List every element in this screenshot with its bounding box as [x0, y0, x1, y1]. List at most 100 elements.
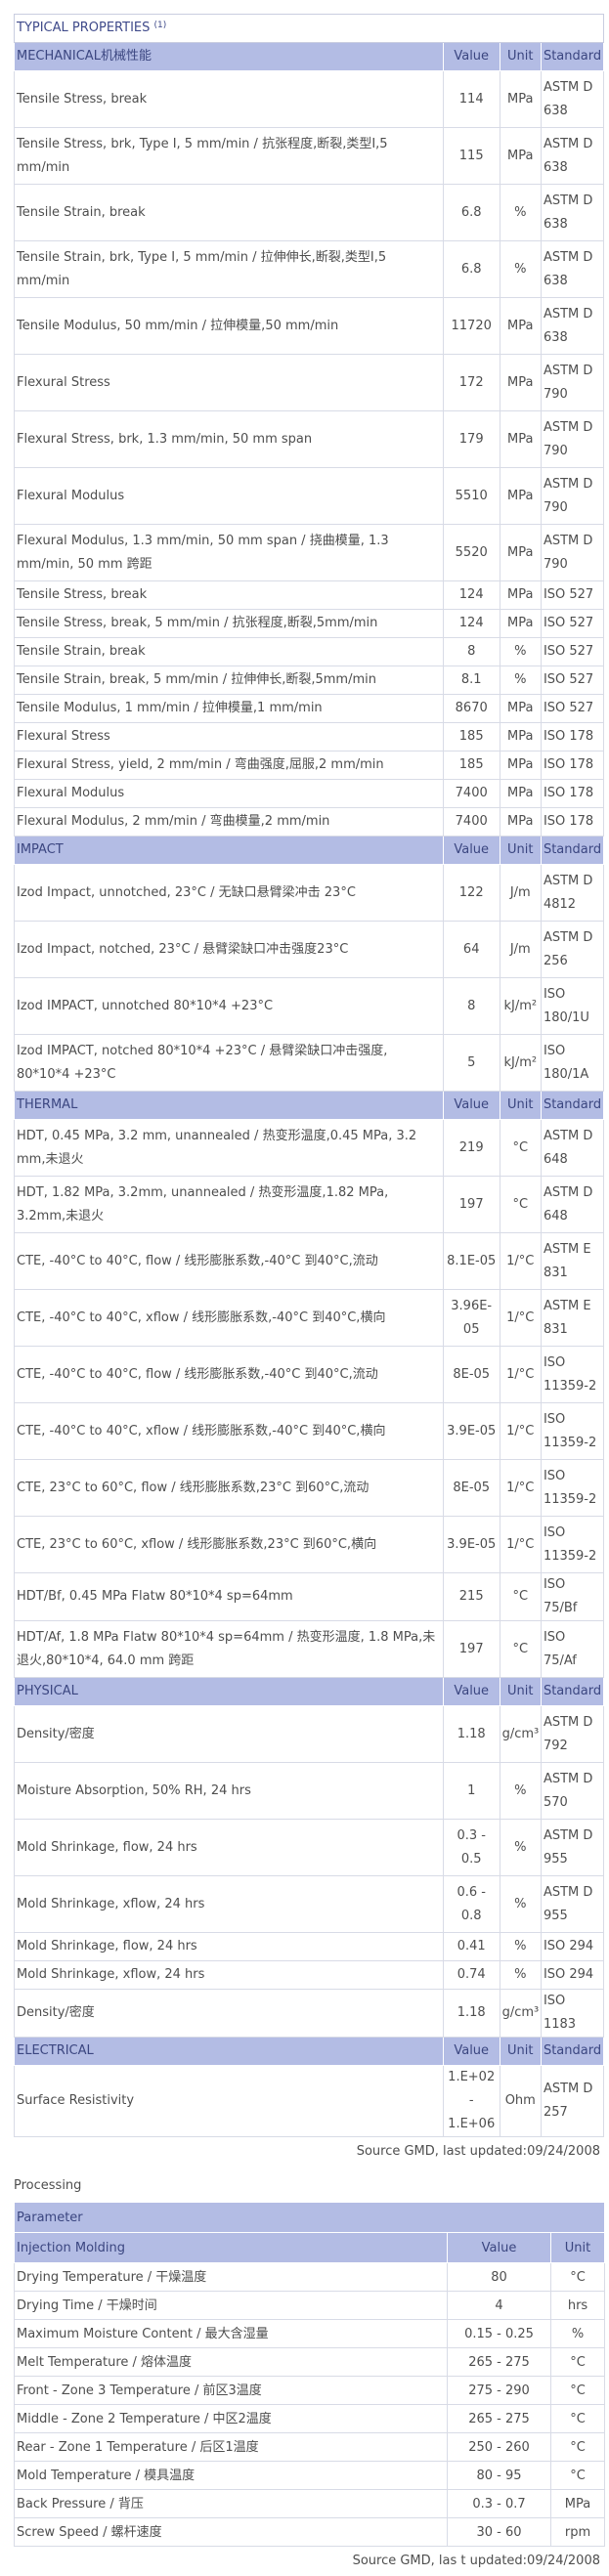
property-standard: ASTM D 638 [540, 240, 605, 298]
processing-label: Maximum Moisture Content / 最大含湿量 [14, 2319, 448, 2348]
property-unit: °C [499, 1119, 542, 1177]
processing-parameter-header: Parameter [13, 2202, 606, 2233]
property-standard: ASTM D 792 [540, 1705, 605, 1763]
property-standard: ISO 527 [540, 637, 605, 666]
property-value: 3.96E-05 [442, 1289, 500, 1347]
property-row: Flexural Stress 172 MPa ASTM D 790 [14, 354, 605, 411]
property-value: 122 [442, 864, 500, 922]
property-unit: MPa [499, 807, 542, 837]
processing-value: 275 - 290 [447, 2376, 551, 2405]
property-label: CTE, 23°C to 60°C, xflow / 线形膨胀系数,23°C 到… [14, 1516, 444, 1573]
processing-label: Melt Temperature / 熔体温度 [14, 2347, 448, 2377]
processing-row: Screw Speed / 螺杆速度 30 - 60 rpm [14, 2517, 606, 2547]
property-unit: kJ/m² [499, 1034, 542, 1092]
property-standard: ASTM D 955 [540, 1875, 605, 1933]
property-value: 0.6 - 0.8 [442, 1875, 500, 1933]
section-name: THERMAL [14, 1091, 444, 1120]
property-row: Izod Impact, unnotched, 23°C / 无缺口悬臂梁冲击 … [14, 864, 605, 922]
property-row: Flexural Modulus, 2 mm/min / 弯曲模量,2 mm/m… [14, 807, 605, 837]
property-unit: g/cm³ [499, 1989, 542, 2038]
datasheet: TYPICAL PROPERTIES (1) MECHANICAL机械性能 Val… [13, 14, 606, 2576]
section-header-row: MECHANICAL机械性能 Value Unit Standard [14, 42, 605, 71]
property-label: CTE, -40°C to 40°C, flow / 线形膨胀系数,-40°C … [14, 1346, 444, 1403]
property-row: Mold Shrinkage, xflow, 24 hrs 0.74% ISO 29… [14, 1960, 605, 1990]
property-standard: ASTM D 4812 [540, 864, 605, 922]
processing-label: Drying Time / 干燥时间 [14, 2291, 448, 2320]
property-label: Tensile Strain, break [14, 637, 444, 666]
property-standard: ASTM D 638 [540, 297, 605, 355]
property-value: 8E-05 [442, 1459, 500, 1517]
property-value: 5520 [442, 524, 500, 581]
property-value: 172 [442, 354, 500, 411]
property-standard: ISO 294 [540, 1932, 605, 1961]
property-label: Mold Shrinkage, flow, 24 hrs [14, 1819, 444, 1876]
property-unit: MPa [499, 751, 542, 780]
property-row: HDT/Bf, 0.45 MPa Flatw 80*10*4 sp=64mm 21… [14, 1572, 605, 1621]
property-standard: ASTM D 790 [540, 354, 605, 411]
processing-label: Front - Zone 3 Temperature / 前区3温度 [14, 2376, 448, 2405]
property-row: Tensile Stress, break 124 MPa ISO 527 [14, 580, 605, 610]
property-row: Surface Resistivity 1.E+02 - 1.E+06 Ohm AST… [14, 2065, 605, 2137]
section-name: IMPACT [14, 836, 444, 865]
property-standard: ISO 11359-2 [540, 1402, 605, 1460]
property-standard: ISO 178 [540, 722, 605, 751]
property-standard: ISO 11359-2 [540, 1459, 605, 1517]
processing-value: 250 - 260 [447, 2432, 551, 2462]
processing-row: Melt Temperature / 熔体温度 265 - 275 °C [14, 2347, 606, 2377]
property-unit: % [499, 1819, 542, 1876]
property-unit: 1/°C [499, 1459, 542, 1517]
processing-unit: °C [549, 2376, 606, 2405]
property-unit: MPa [499, 694, 542, 723]
property-standard: ISO 178 [540, 779, 605, 808]
property-label: CTE, 23°C to 60°C, flow / 线形膨胀系数,23°C 到6… [14, 1459, 444, 1517]
processing-unit: °C [549, 2347, 606, 2377]
section-header-row: ELECTRICAL Value Unit Standard [14, 2037, 605, 2066]
property-row: Tensile Modulus, 1 mm/min / 拉伸模量,1 mm/mi… [14, 694, 605, 723]
property-standard: ISO 527 [540, 665, 605, 695]
property-standard: ASTM D 790 [540, 524, 605, 581]
property-value: 115 [442, 127, 500, 185]
value-column-header: Value [442, 42, 500, 71]
property-row: Tensile Strain, break, 5 mm/min / 拉伸伸长,断… [14, 665, 605, 695]
property-row: Tensile Stress, break 114 MPa ASTM D 638 [14, 70, 605, 128]
processing-value: 30 - 60 [447, 2517, 551, 2547]
property-label: Surface Resistivity [14, 2065, 444, 2137]
processing-value-header: Value [447, 2232, 551, 2263]
property-label: Tensile Stress, break [14, 70, 444, 128]
property-value: 124 [442, 580, 500, 610]
processing-label: Mold Temperature / 模具温度 [14, 2461, 448, 2490]
unit-column-header: Unit [499, 836, 542, 865]
property-row: Tensile Strain, brk, Type I, 5 mm/min / … [14, 240, 605, 298]
properties-source: Source GMD, last updated:09/24/2008 [356, 2144, 600, 2159]
property-label: HDT/Bf, 0.45 MPa Flatw 80*10*4 sp=64mm [14, 1572, 444, 1621]
property-row: Izod IMPACT, unnotched 80*10*4 +23°C 8 kJ/… [14, 977, 605, 1035]
property-standard: ISO 527 [540, 609, 605, 638]
property-label: CTE, -40°C to 40°C, flow / 线形膨胀系数,-40°C … [14, 1232, 444, 1290]
property-unit: MPa [499, 779, 542, 808]
property-unit: 1/°C [499, 1346, 542, 1403]
property-standard: ISO 178 [540, 751, 605, 780]
property-value: 1.18 [442, 1705, 500, 1763]
processing-unit: °C [549, 2432, 606, 2462]
processing-source: Source GMD, las t updated:09/24/2008 [352, 2554, 600, 2568]
section-header-row: THERMAL Value Unit Standard [14, 1091, 605, 1120]
property-unit: °C [499, 1176, 542, 1233]
property-row: CTE, -40°C to 40°C, flow / 线形膨胀系数,-40°C … [14, 1232, 605, 1290]
processing-row: Drying Temperature / 干燥温度 80 °C [14, 2262, 606, 2292]
property-row: Tensile Modulus, 50 mm/min / 拉伸模量,50 mm/… [14, 297, 605, 355]
property-standard: ASTM E 831 [540, 1232, 605, 1290]
property-row: Flexural Stress 185 MPa ISO 178 [14, 722, 605, 751]
processing-value: 80 - 95 [447, 2461, 551, 2490]
unit-column-header: Unit [499, 2037, 542, 2066]
value-column-header: Value [442, 1091, 500, 1120]
property-value: 5510 [442, 467, 500, 525]
properties-title-text: TYPICAL PROPERTIES [17, 21, 151, 35]
property-row: Density/密度 1.18 g/cm³ ISO 1183 [14, 1989, 605, 2038]
property-value: 0.3 - 0.5 [442, 1819, 500, 1876]
property-value: 8.1 [442, 665, 500, 695]
property-value: 219 [442, 1119, 500, 1177]
processing-value: 0.3 - 0.7 [447, 2489, 551, 2518]
processing-row: Middle - Zone 2 Temperature / 中区2温度 265 -… [14, 2404, 606, 2433]
property-unit: MPa [499, 524, 542, 581]
property-value: 0.74 [442, 1960, 500, 1990]
